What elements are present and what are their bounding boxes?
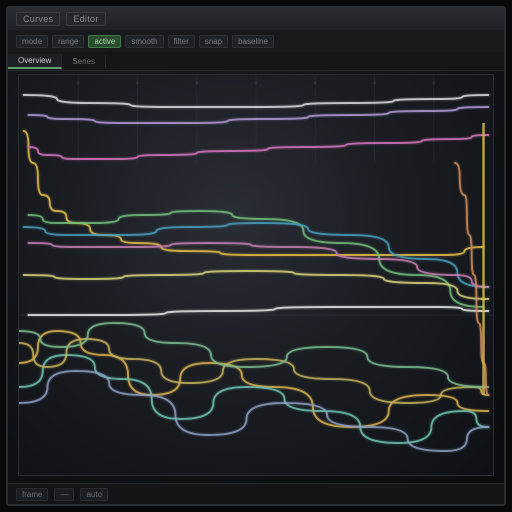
toolbar-item-5[interactable]: baseline bbox=[232, 35, 274, 48]
status-value: — bbox=[54, 488, 74, 501]
status-left: frame bbox=[16, 488, 48, 501]
series-s2 bbox=[28, 135, 488, 159]
tabstrip: Overview Series bbox=[8, 52, 504, 71]
chart-svg bbox=[19, 75, 493, 475]
tab-0[interactable]: Overview bbox=[8, 54, 62, 69]
chart-area[interactable] bbox=[18, 74, 494, 476]
toolbar-item-0[interactable]: mode bbox=[16, 35, 48, 48]
status-right: auto bbox=[80, 488, 108, 501]
status-bar: frame — auto bbox=[8, 483, 504, 504]
tab-1[interactable]: Series bbox=[62, 55, 106, 68]
titlebar: Curves Editor bbox=[8, 8, 504, 31]
window-subtitle: Editor bbox=[66, 12, 105, 26]
series-s10 bbox=[19, 331, 488, 427]
toolbar-item-2[interactable]: smooth bbox=[125, 35, 163, 48]
toolbar-item-1[interactable]: range bbox=[52, 35, 84, 48]
toolbar-item-accent[interactable]: active bbox=[88, 35, 121, 48]
app-frame: Curves Editor mode range active smooth f… bbox=[6, 6, 506, 506]
toolbar: mode range active smooth filter snap bas… bbox=[8, 30, 504, 53]
toolbar-item-3[interactable]: filter bbox=[168, 35, 195, 48]
window-title: Curves bbox=[16, 12, 60, 26]
toolbar-item-4[interactable]: snap bbox=[199, 35, 228, 48]
